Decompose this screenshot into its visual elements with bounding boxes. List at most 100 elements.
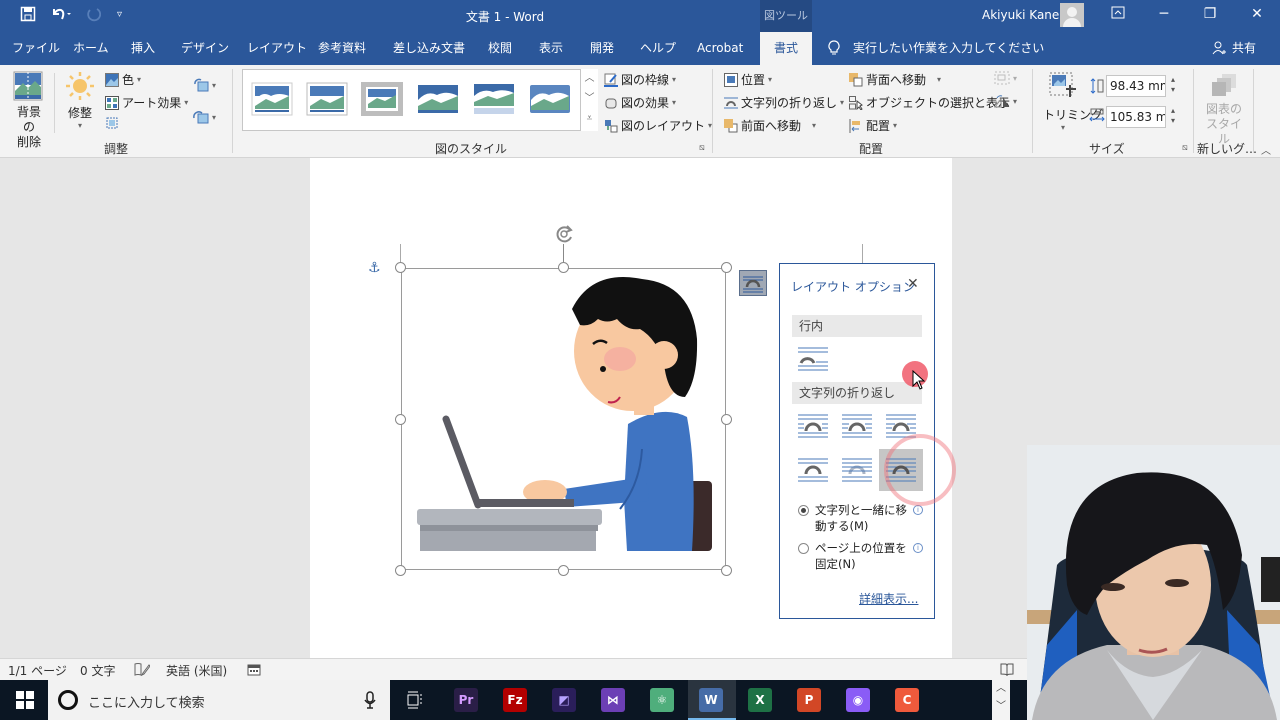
wrap-tight-option[interactable] <box>840 412 874 440</box>
microphone-icon[interactable] <box>364 691 376 713</box>
size-dialog-launcher-icon[interactable]: ⧅ <box>1182 143 1188 153</box>
resize-handle-right[interactable] <box>721 414 732 425</box>
taskbar-app-atom-icon[interactable]: ⚛ <box>650 688 674 712</box>
task-view-icon[interactable] <box>406 691 424 713</box>
tab-format[interactable]: 書式 <box>760 32 812 65</box>
picture-styles-gallery[interactable] <box>242 69 598 131</box>
rotate-handle-icon[interactable] <box>552 222 576 250</box>
share-button[interactable]: 共有 <box>1232 32 1256 65</box>
tab-design[interactable]: デザイン <box>181 32 229 65</box>
picture-layout-button[interactable]: 図のレイアウト ▾ <box>604 117 712 134</box>
picture-style-thumb-5[interactable] <box>473 82 515 116</box>
picture-border-button[interactable]: 図の枠線 ▾ <box>604 71 676 88</box>
wrap-text-button[interactable]: 文字列の折り返し ▾ <box>724 94 844 111</box>
taskbar-app-excel-icon[interactable]: X <box>748 688 772 712</box>
wrap-square-option[interactable] <box>796 412 830 440</box>
picture-style-thumb-2[interactable] <box>306 82 348 116</box>
resize-handle-top[interactable] <box>558 262 569 273</box>
taskbar-app-premiere-pro-icon[interactable]: Pr <box>454 688 478 712</box>
width-input[interactable]: 105.83 mm <box>1106 106 1166 128</box>
bring-forward-button[interactable]: 前面へ移動 ▾ <box>724 117 816 134</box>
tab-references[interactable]: 参考資料 <box>318 32 366 65</box>
taskbar-app-camtasia-icon[interactable]: C <box>895 688 919 712</box>
resize-handle-top-right[interactable] <box>721 262 732 273</box>
ribbon-display-options-icon[interactable] <box>1108 6 1128 24</box>
wrap-behind-text-option[interactable] <box>840 456 874 484</box>
taskbar-app-filezilla-icon[interactable]: Fz <box>503 688 527 712</box>
tell-me-input[interactable]: 実行したい作業を入力してください <box>853 32 1044 65</box>
selected-picture[interactable] <box>401 268 726 570</box>
picture-effects-button[interactable]: 図の効果 ▾ <box>604 94 676 111</box>
tab-view[interactable]: 表示 <box>539 32 563 65</box>
color-button[interactable]: 色 ▾ <box>105 71 141 88</box>
chart-styles-button[interactable]: 図表の スタイル <box>1201 73 1247 147</box>
picture-style-thumb-6[interactable] <box>529 82 571 116</box>
taskbar-app-powerpoint-icon[interactable]: P <box>797 688 821 712</box>
tab-help[interactable]: ヘルプ <box>640 32 676 65</box>
picture-style-thumb-1[interactable] <box>251 82 293 116</box>
height-input[interactable]: 98.43 mm <box>1106 75 1166 97</box>
tab-layout[interactable]: レイアウト <box>247 32 307 65</box>
taskbar-scroll[interactable]: ︿ ﹀ <box>992 680 1010 720</box>
close-icon[interactable]: ✕ <box>1247 6 1267 22</box>
send-backward-button[interactable]: 背面へ移動 ▾ <box>849 71 941 88</box>
tab-mailings[interactable]: 差し込み文書 <box>393 32 465 65</box>
group-objects-button[interactable]: ▾ <box>994 71 1017 85</box>
word-count[interactable]: 0 文字 <box>80 662 115 679</box>
height-spinner[interactable]: ▴ ▾ <box>1171 75 1175 95</box>
taskbar-app-screen-recorder-icon[interactable]: ◉ <box>846 688 870 712</box>
wrap-top-bottom-option[interactable] <box>796 456 830 484</box>
position-button[interactable]: 位置 ▾ <box>724 71 772 88</box>
selection-pane-button[interactable]: オブジェクトの選択と表示 <box>849 94 1010 111</box>
resize-handle-top-left[interactable] <box>395 262 406 273</box>
picture-styles-dialog-launcher-icon[interactable]: ⧅ <box>699 143 705 153</box>
restore-icon[interactable]: ❐ <box>1200 6 1220 22</box>
resize-handle-bottom-left[interactable] <box>395 565 406 576</box>
picture-style-thumb-3[interactable] <box>361 82 403 116</box>
layout-options-button[interactable] <box>739 270 767 296</box>
gallery-scroll-down-icon[interactable]: ﹀ <box>581 89 598 109</box>
reset-picture-button[interactable]: ▾ <box>193 110 216 124</box>
taskbar-app-visual-studio-icon[interactable]: ⋈ <box>601 688 625 712</box>
tab-home[interactable]: ホーム <box>73 32 109 65</box>
minimize-icon[interactable]: ─ <box>1154 6 1174 22</box>
read-mode-icon[interactable] <box>1000 662 1014 679</box>
resize-handle-bottom[interactable] <box>558 565 569 576</box>
width-spinner[interactable]: ▴ ▾ <box>1171 106 1175 126</box>
info-icon[interactable]: i <box>913 505 923 515</box>
fix-position-radio[interactable] <box>798 543 809 554</box>
picture-style-thumb-4[interactable] <box>417 82 459 116</box>
gallery-more-icon[interactable]: ⩡ <box>581 109 598 129</box>
macro-recording-icon[interactable] <box>247 662 261 679</box>
windows-start-icon[interactable] <box>16 691 34 713</box>
align-button[interactable]: 配置 ▾ <box>849 117 897 134</box>
wrap-inline-with-text-option[interactable] <box>796 345 830 373</box>
proofing-icon[interactable] <box>134 662 151 679</box>
gallery-scroll-up-icon[interactable]: ︿ <box>581 69 598 89</box>
language-indicator[interactable]: 英語 (米国) <box>166 662 227 679</box>
remove-background-button[interactable] <box>13 71 43 101</box>
taskbar-search-box[interactable]: ここに入力して検索 <box>48 680 390 720</box>
resize-handle-bottom-right[interactable] <box>721 565 732 576</box>
collapse-ribbon-icon[interactable]: ︿ <box>1261 142 1271 157</box>
corrections-button[interactable]: 修整 ▾ <box>64 71 96 130</box>
change-picture-button[interactable]: ▾ <box>193 78 216 92</box>
taskbar-app-media-encoder-icon[interactable]: ◩ <box>552 688 576 712</box>
popup-close-icon[interactable]: ✕ <box>907 276 919 292</box>
tab-developer[interactable]: 開発 <box>590 32 614 65</box>
info-icon[interactable]: i <box>913 543 923 553</box>
user-avatar[interactable] <box>1060 3 1084 27</box>
anchor-icon[interactable]: ⚓ <box>368 260 381 276</box>
see-more-link[interactable]: 詳細表示... <box>859 590 918 607</box>
rotate-button[interactable]: ▾ <box>994 94 1017 108</box>
share-person-icon[interactable] <box>1212 41 1226 58</box>
resize-handle-left[interactable] <box>395 414 406 425</box>
move-with-text-radio[interactable] <box>798 505 809 516</box>
artistic-effects-button[interactable]: アート効果 ▾ <box>105 94 188 111</box>
crop-button[interactable]: トリミング ▾ <box>1043 71 1103 132</box>
tab-file[interactable]: ファイル <box>12 32 60 65</box>
tab-review[interactable]: 校閲 <box>488 32 512 65</box>
tab-acrobat[interactable]: Acrobat <box>697 32 743 65</box>
compress-pictures-button[interactable] <box>105 116 119 130</box>
tab-insert[interactable]: 挿入 <box>131 32 155 65</box>
